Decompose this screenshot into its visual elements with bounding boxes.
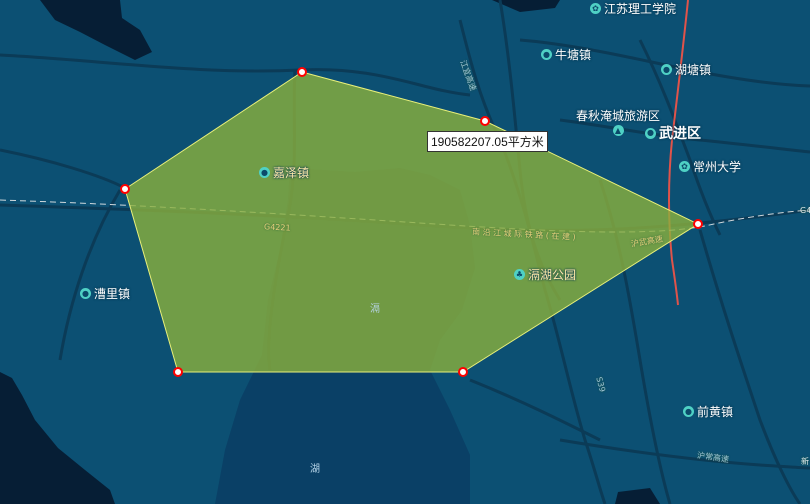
poi-label: 前黄镇 bbox=[697, 405, 734, 419]
poi-wujin-district[interactable]: ● 武进区 bbox=[645, 123, 701, 143]
town-icon: ● bbox=[80, 288, 91, 299]
poi-qianhuang-town[interactable]: ● 前黄镇 bbox=[683, 403, 733, 420]
water-label-hu: 湖 bbox=[310, 464, 320, 475]
poi-gehu-park[interactable]: ♣ 滆湖公园 bbox=[514, 266, 576, 283]
area-measurement-label: 190582207.05平方米 bbox=[427, 131, 548, 152]
university-icon: ✿ bbox=[679, 161, 690, 172]
polygon-vertex[interactable] bbox=[693, 219, 703, 229]
polygon-vertex[interactable] bbox=[297, 67, 307, 77]
park-icon: ♣ bbox=[514, 269, 525, 280]
poi-changzhou-university[interactable]: ✿ 常州大学 bbox=[679, 158, 741, 175]
polygon-vertex[interactable] bbox=[458, 367, 468, 377]
town-icon: ● bbox=[541, 49, 552, 60]
poi-label: 漕里镇 bbox=[94, 287, 131, 301]
town-icon: ● bbox=[683, 406, 694, 417]
polygon-vertex[interactable] bbox=[173, 367, 183, 377]
poi-label: 滆湖公园 bbox=[528, 268, 577, 282]
water-label-ge: 滆 bbox=[370, 304, 380, 315]
poi-niutang-town[interactable]: ● 牛塘镇 bbox=[541, 46, 591, 63]
poi-hutang-town[interactable]: ● 湖塘镇 bbox=[661, 61, 711, 78]
poi-label: 春秋淹城旅游区 bbox=[576, 109, 661, 123]
poi-label: 牛塘镇 bbox=[555, 48, 592, 62]
scenic-area-icon: ▲ bbox=[612, 125, 624, 136]
town-icon: ● bbox=[661, 64, 672, 75]
poi-jiaze-town[interactable]: ● 嘉泽镇 bbox=[259, 164, 309, 181]
road-label-edge-g4: G4 bbox=[800, 206, 810, 215]
map-canvas[interactable]: ✿ 江苏理工学院 ● 牛塘镇 ● 湖塘镇 春秋淹城旅游区 ▲ ● 武进区 ✿ 常… bbox=[0, 0, 810, 504]
poi-label: 常州大学 bbox=[693, 160, 742, 174]
road-label-g4221: G4221 bbox=[263, 222, 291, 233]
poi-caoli-town[interactable]: ● 漕里镇 bbox=[80, 285, 130, 302]
university-icon: ✿ bbox=[590, 3, 601, 14]
poi-label: 嘉泽镇 bbox=[273, 166, 310, 180]
poi-label: 江苏理工学院 bbox=[604, 2, 677, 16]
poi-label: 武进区 bbox=[659, 126, 701, 142]
town-icon: ● bbox=[259, 167, 270, 178]
polygon-vertex[interactable] bbox=[480, 116, 490, 126]
road-label-edge-xin: 新 bbox=[801, 457, 809, 466]
poi-label: 湖塘镇 bbox=[675, 63, 712, 77]
polygon-vertex[interactable] bbox=[120, 184, 130, 194]
district-icon: ● bbox=[645, 127, 656, 139]
poi-jiangsu-university-of-technology[interactable]: ✿ 江苏理工学院 bbox=[590, 0, 676, 17]
